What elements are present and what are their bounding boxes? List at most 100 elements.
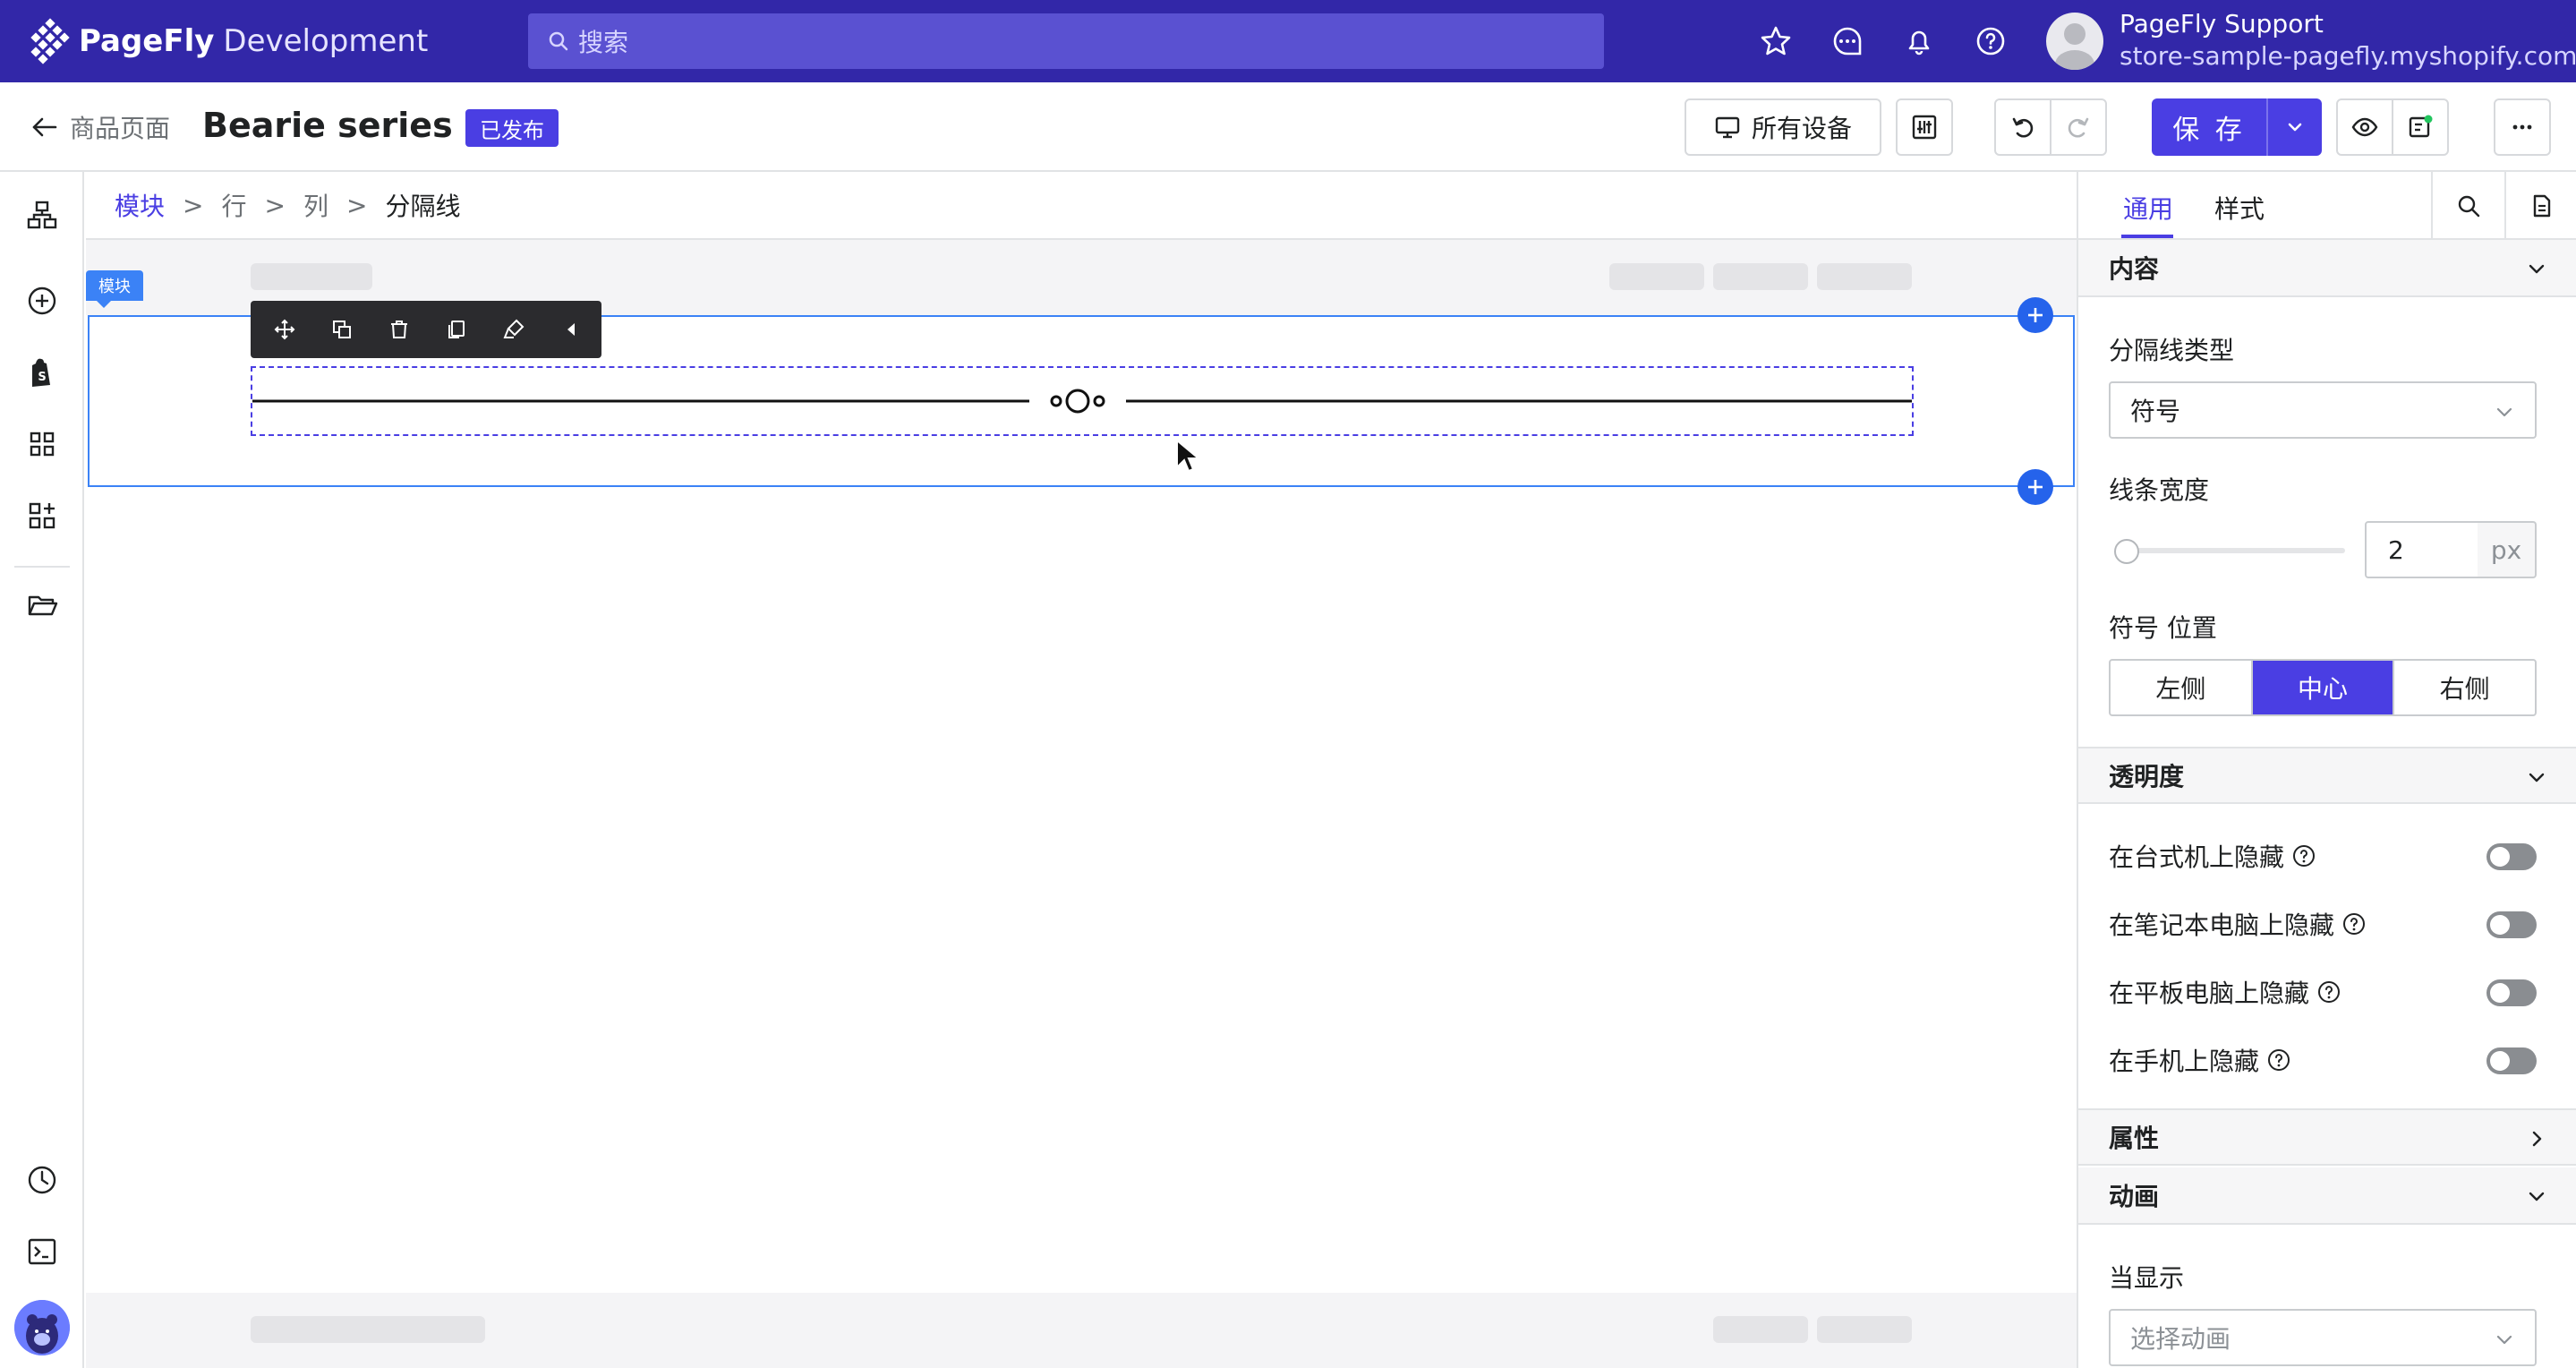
back-arrow-icon[interactable] <box>29 111 61 143</box>
symbol-position-group: 左侧 中心 右侧 <box>2109 659 2537 716</box>
search-input[interactable]: 搜索 <box>528 13 1604 69</box>
breadcrumb-item-row[interactable]: 行 <box>221 187 246 223</box>
attributes-section-header[interactable]: 属性 <box>2078 1108 2576 1166</box>
publish-status-button[interactable] <box>2392 98 2449 156</box>
line-width-label: 线条宽度 <box>2109 475 2210 505</box>
sitemap-icon[interactable] <box>26 199 58 231</box>
hide-laptop-row: 在笔记本电脑上隐藏 <box>2109 906 2537 942</box>
search-icon <box>549 31 568 51</box>
save-button[interactable]: 保 存 <box>2152 98 2322 156</box>
account-store[interactable]: store-sample-pagefly.myshopify.com <box>2120 41 2576 71</box>
symbol-position-label: 符号 位置 <box>2109 613 2217 643</box>
hide-desktop-toggle[interactable] <box>2486 843 2537 870</box>
preview-button[interactable] <box>2336 98 2393 156</box>
skeleton-block <box>1713 263 1808 290</box>
inspector-search-button[interactable] <box>2431 172 2504 240</box>
back-link[interactable]: 商品页面 <box>70 109 170 145</box>
section-tag[interactable]: 模块 <box>86 270 143 308</box>
hide-tablet-toggle[interactable] <box>2486 979 2537 1006</box>
save-label[interactable]: 保 存 <box>2152 98 2266 156</box>
content-section-header[interactable]: 内容 <box>2078 240 2576 297</box>
help-icon[interactable] <box>2341 911 2367 936</box>
avatar[interactable] <box>2046 13 2103 70</box>
sliders-icon <box>1912 115 1937 140</box>
paint-icon[interactable] <box>485 301 542 358</box>
hide-mobile-toggle[interactable] <box>2486 1047 2537 1074</box>
brand-name: PageFly <box>79 23 215 59</box>
bell-icon[interactable] <box>1901 23 1937 59</box>
shopify-icon[interactable]: S <box>26 356 58 389</box>
device-selector-button[interactable]: 所有设备 <box>1685 98 1881 156</box>
page-title[interactable]: Bearie series <box>202 106 453 145</box>
add-section-above-button[interactable] <box>2017 297 2053 333</box>
hide-laptop-toggle[interactable] <box>2486 911 2537 938</box>
animation-select[interactable]: 选择动画 <box>2109 1309 2537 1366</box>
hide-mobile-label: 在手机上隐藏 <box>2109 1047 2260 1076</box>
breadcrumb: 模块 > 行 > 列 > 分隔线 <box>86 172 2077 240</box>
breadcrumb-item-column[interactable]: 列 <box>303 187 328 223</box>
star-icon[interactable] <box>1758 23 1794 59</box>
breadcrumb-item-module[interactable]: 模块 <box>115 187 165 223</box>
plus-icon <box>2028 308 2043 322</box>
position-left-button[interactable]: 左侧 <box>2111 661 2253 714</box>
search-icon <box>2458 195 2480 218</box>
chevron-down-icon <box>2288 123 2302 132</box>
terminal-icon[interactable] <box>26 1235 58 1268</box>
divider-element[interactable] <box>251 366 1914 436</box>
line-width-slider-thumb[interactable] <box>2114 539 2139 564</box>
status-badge: 已发布 <box>465 109 559 147</box>
position-right-button[interactable]: 右侧 <box>2394 661 2535 714</box>
undo-button[interactable] <box>1994 98 2051 156</box>
help-icon[interactable] <box>2266 1047 2291 1073</box>
chevron-down-icon <box>2496 407 2512 417</box>
chevron-right-icon: > <box>345 190 368 220</box>
delete-icon[interactable] <box>371 301 428 358</box>
publish-icon <box>2409 115 2433 138</box>
skeleton-block <box>1817 1316 1912 1343</box>
folder-icon[interactable] <box>26 589 58 621</box>
save-dropdown-button[interactable] <box>2266 98 2322 156</box>
content-section-title: 内容 <box>2109 254 2160 284</box>
move-icon[interactable] <box>256 301 313 358</box>
copy-icon[interactable] <box>428 301 485 358</box>
help-icon[interactable] <box>1973 23 2009 59</box>
animation-section-header[interactable]: 动画 <box>2078 1167 2576 1225</box>
duplicate-icon[interactable] <box>313 301 371 358</box>
add-section-below-button[interactable] <box>2017 469 2053 505</box>
collapse-left-icon[interactable] <box>542 301 600 358</box>
mascot-avatar[interactable] <box>14 1300 70 1355</box>
inspector-panel: 通用 样式 内容 分隔线类型 符号 线条宽度 2 px 符号 位置 左侧 中心 … <box>2077 172 2576 1368</box>
chat-icon[interactable] <box>1830 23 1865 59</box>
hide-desktop-row: 在台式机上隐藏 <box>2109 838 2537 874</box>
add-circle-icon[interactable] <box>26 285 58 317</box>
chevron-right-icon <box>2532 1131 2542 1147</box>
opacity-section-header[interactable]: 透明度 <box>2078 747 2576 804</box>
settings-sliders-button[interactable] <box>1896 98 1953 156</box>
help-icon[interactable] <box>2291 843 2316 868</box>
breadcrumb-item-divider[interactable]: 分隔线 <box>385 187 460 223</box>
footer-placeholder <box>86 1293 2077 1368</box>
line-width-input[interactable]: 2 <box>2365 521 2479 578</box>
pagefly-logo-icon[interactable] <box>27 18 73 64</box>
redo-button[interactable] <box>2050 98 2107 156</box>
animation-placeholder: 选择动画 <box>2130 1324 2231 1354</box>
divider-type-select[interactable]: 符号 <box>2109 381 2537 439</box>
history-icon[interactable] <box>26 1164 58 1196</box>
inspector-doc-button[interactable] <box>2504 172 2576 240</box>
account-name[interactable]: PageFly Support <box>2120 9 2324 38</box>
editor-header: 商品页面 Bearie series 已发布 所有设备 保 存 <box>0 82 2576 172</box>
skeleton-block <box>1817 263 1912 290</box>
document-icon <box>2533 194 2551 218</box>
editor-canvas[interactable]: 模块 <box>86 240 2077 1368</box>
tab-general[interactable]: 通用 <box>2123 190 2173 226</box>
grid-icon[interactable] <box>26 428 58 460</box>
position-center-button[interactable]: 中心 <box>2252 661 2395 714</box>
hide-tablet-row: 在平板电脑上隐藏 <box>2109 974 2537 1010</box>
tab-style[interactable]: 样式 <box>2214 190 2265 226</box>
line-width-slider-track[interactable] <box>2120 548 2345 553</box>
help-icon[interactable] <box>2316 979 2341 1005</box>
left-sidebar: S <box>0 172 84 1368</box>
ellipsis-icon <box>2512 124 2532 130</box>
more-options-button[interactable] <box>2494 98 2551 156</box>
apps-icon[interactable] <box>26 500 58 532</box>
